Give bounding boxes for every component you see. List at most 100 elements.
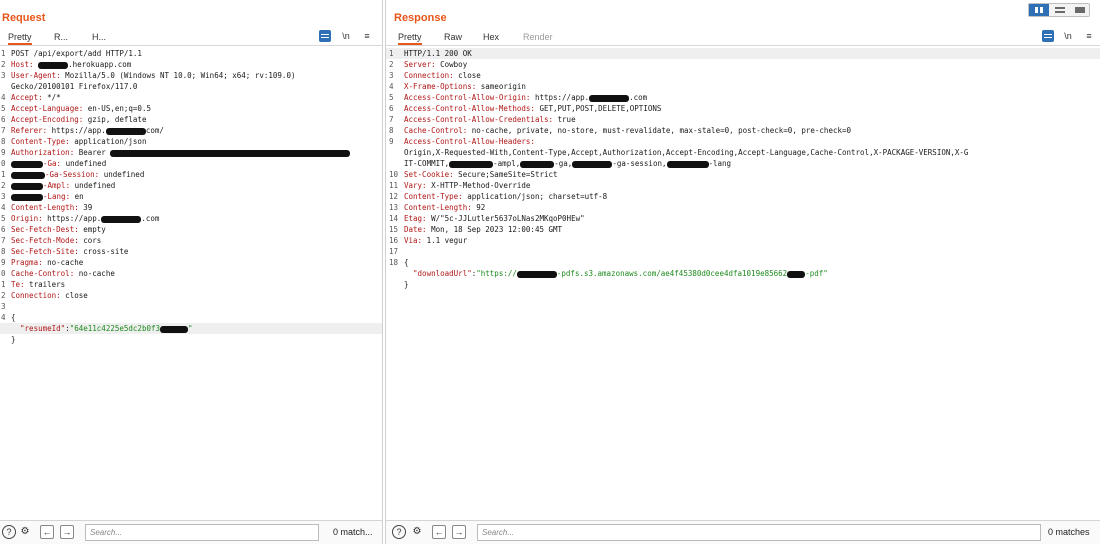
- header-value: Origin,X-Requested-With,Content-Type,Acc…: [404, 148, 969, 157]
- code-line: 7 Sec-Fetch-Mode: cors: [0, 235, 382, 246]
- request-tab-raw[interactable]: R...: [54, 32, 68, 42]
- line-number: 4: [1, 313, 6, 322]
- line-text: -Ampl: undefined: [11, 180, 115, 191]
- header-key: User-Agent:: [11, 71, 61, 80]
- line-text: Sec-Fetch-Mode: cors: [11, 235, 101, 246]
- line-number: 3: [389, 71, 394, 80]
- redacted-block: [572, 160, 613, 168]
- line-number: 17: [389, 247, 399, 256]
- header-value: undefined: [99, 170, 145, 179]
- request-search-input[interactable]: [85, 524, 319, 541]
- code-line: 8 Cache-Control: no-cache, private, no-st…: [386, 125, 1100, 136]
- line-text: Access-Control-Allow-Credentials: true: [404, 114, 576, 125]
- header-key: Date:: [404, 225, 427, 234]
- header-key: Content-Type:: [404, 192, 463, 201]
- code-line: 0 Cache-Control: no-cache: [0, 268, 382, 279]
- code-line: 7 Access-Control-Allow-Credentials: true: [386, 114, 1100, 125]
- header-value: en: [70, 192, 84, 201]
- redacted-block: [449, 160, 494, 168]
- forward-arrow-icon[interactable]: →: [60, 525, 74, 539]
- response-title: Response: [394, 12, 447, 24]
- response-search-bar: ? ⚙ ← → 0 matches: [386, 520, 1100, 544]
- help-icon[interactable]: ?: [392, 525, 406, 539]
- help-icon[interactable]: ?: [2, 525, 16, 539]
- code-line: 9 Authorization: Bearer: [0, 147, 382, 158]
- line-text: Vary: X-HTTP-Method-Override: [404, 180, 530, 191]
- header-key: Authorization:: [11, 148, 75, 157]
- response-search-input[interactable]: [477, 524, 1041, 541]
- line-number: 6: [1, 115, 6, 124]
- menu-icon[interactable]: ≡: [1083, 30, 1095, 42]
- code-line: 14 Etag: W/"5c-JJLutler5637oLNas2MKqoP0HE…: [386, 213, 1100, 224]
- line-number: 5: [389, 93, 394, 102]
- back-arrow-icon[interactable]: ←: [432, 525, 446, 539]
- forward-arrow-icon[interactable]: →: [452, 525, 466, 539]
- line-text: Te: trailers: [11, 279, 65, 290]
- response-tab-hex[interactable]: Hex: [483, 32, 499, 42]
- header-value: }: [404, 280, 409, 289]
- line-text: Authorization: Bearer: [11, 147, 351, 158]
- redacted-block: [105, 127, 146, 135]
- gear-icon[interactable]: ⚙: [410, 525, 424, 539]
- line-number: 1: [389, 49, 394, 58]
- header-value: application/json: [69, 137, 147, 146]
- redacted-block: [38, 61, 69, 69]
- header-value: Mozilla/5.0 (Windows NT 10.0; Win64; x64…: [60, 71, 296, 80]
- request-match-count: 0 match...: [333, 527, 373, 537]
- request-tab-hex[interactable]: H...: [92, 32, 106, 42]
- header-key: Server:: [404, 60, 436, 69]
- line-number: 4: [389, 82, 394, 91]
- tabbed-layout-icon[interactable]: [1070, 4, 1090, 16]
- code-line: 0 -Ga: undefined: [0, 158, 382, 169]
- pretty-print-icon[interactable]: [1042, 30, 1054, 42]
- side-by-side-layout-icon[interactable]: [1029, 4, 1049, 16]
- line-number: 3: [1, 302, 6, 311]
- header-key: Accept:: [11, 93, 43, 102]
- back-arrow-icon[interactable]: ←: [40, 525, 54, 539]
- header-key: Cache-Control:: [11, 269, 75, 278]
- header-value: close: [453, 71, 481, 80]
- header-key: -Ga-Session:: [45, 170, 100, 179]
- response-editor[interactable]: 1 HTTP/1.1 200 OK 2 Server: Cowboy 3 Connecti…: [386, 48, 1100, 290]
- header-value: Mon, 18 Sep 2023 12:00:45 GMT: [426, 225, 563, 234]
- code-line: 13 Content-Length: 92: [386, 202, 1100, 213]
- json-key: "resumeId": [20, 324, 66, 333]
- header-value: cross-site: [78, 247, 129, 256]
- line-number: 8: [1, 247, 6, 256]
- code-line: 5 Access-Control-Allow-Origin: https://ap…: [386, 92, 1100, 103]
- json-value: -pdfs.s3.amazonaws.com/ae4f45380d0cee4df…: [556, 269, 788, 278]
- line-number: 7: [389, 115, 394, 124]
- header-value: sameorigin: [476, 82, 526, 91]
- request-editor[interactable]: 1 POST /api/export/add HTTP/1.1 2 Host: .he…: [0, 48, 382, 345]
- header-value: undefined: [70, 181, 116, 190]
- gear-icon[interactable]: ⚙: [18, 525, 32, 539]
- code-line: "resumeId":"64e11c4225e5dc2b0f3 ": [0, 323, 382, 334]
- code-line: 17: [386, 246, 1100, 257]
- line-text: Cache-Control: no-cache: [11, 268, 115, 279]
- layout-switcher: [1028, 3, 1090, 17]
- menu-icon[interactable]: ≡: [361, 30, 373, 42]
- code-line: Origin,X-Requested-With,Content-Type,Acc…: [386, 147, 1100, 158]
- header-key: -Ga:: [43, 159, 62, 168]
- line-number: 16: [389, 236, 399, 245]
- line-text: Via: 1.1 vegur: [404, 235, 467, 246]
- header-key: Accept-Language:: [11, 104, 84, 113]
- header-value: https://app.: [530, 93, 590, 102]
- response-tab-pretty[interactable]: Pretty: [398, 32, 422, 45]
- header-value: Bearer: [74, 148, 111, 157]
- stacked-layout-icon[interactable]: [1050, 4, 1070, 16]
- response-match-count: 0 matches: [1048, 527, 1090, 537]
- line-text: Date: Mon, 18 Sep 2023 12:00:45 GMT: [404, 224, 562, 235]
- line-text: Gecko/20100101 Firefox/117.0: [11, 81, 137, 92]
- pretty-print-icon[interactable]: [319, 30, 331, 42]
- header-value: 1.1 vegur: [422, 236, 468, 245]
- response-tab-raw[interactable]: Raw: [444, 32, 462, 42]
- code-line: 3 User-Agent: Mozilla/5.0 (Windows NT 10.…: [0, 70, 382, 81]
- request-tab-pretty[interactable]: Pretty: [8, 32, 32, 45]
- header-value: -ampl,: [493, 159, 521, 168]
- response-tab-render[interactable]: Render: [523, 32, 553, 42]
- newline-toggle[interactable]: \n: [340, 30, 352, 42]
- line-text: Referer: https://app. com/: [11, 125, 164, 136]
- header-key: -Ampl:: [43, 181, 71, 190]
- newline-toggle[interactable]: \n: [1062, 30, 1074, 42]
